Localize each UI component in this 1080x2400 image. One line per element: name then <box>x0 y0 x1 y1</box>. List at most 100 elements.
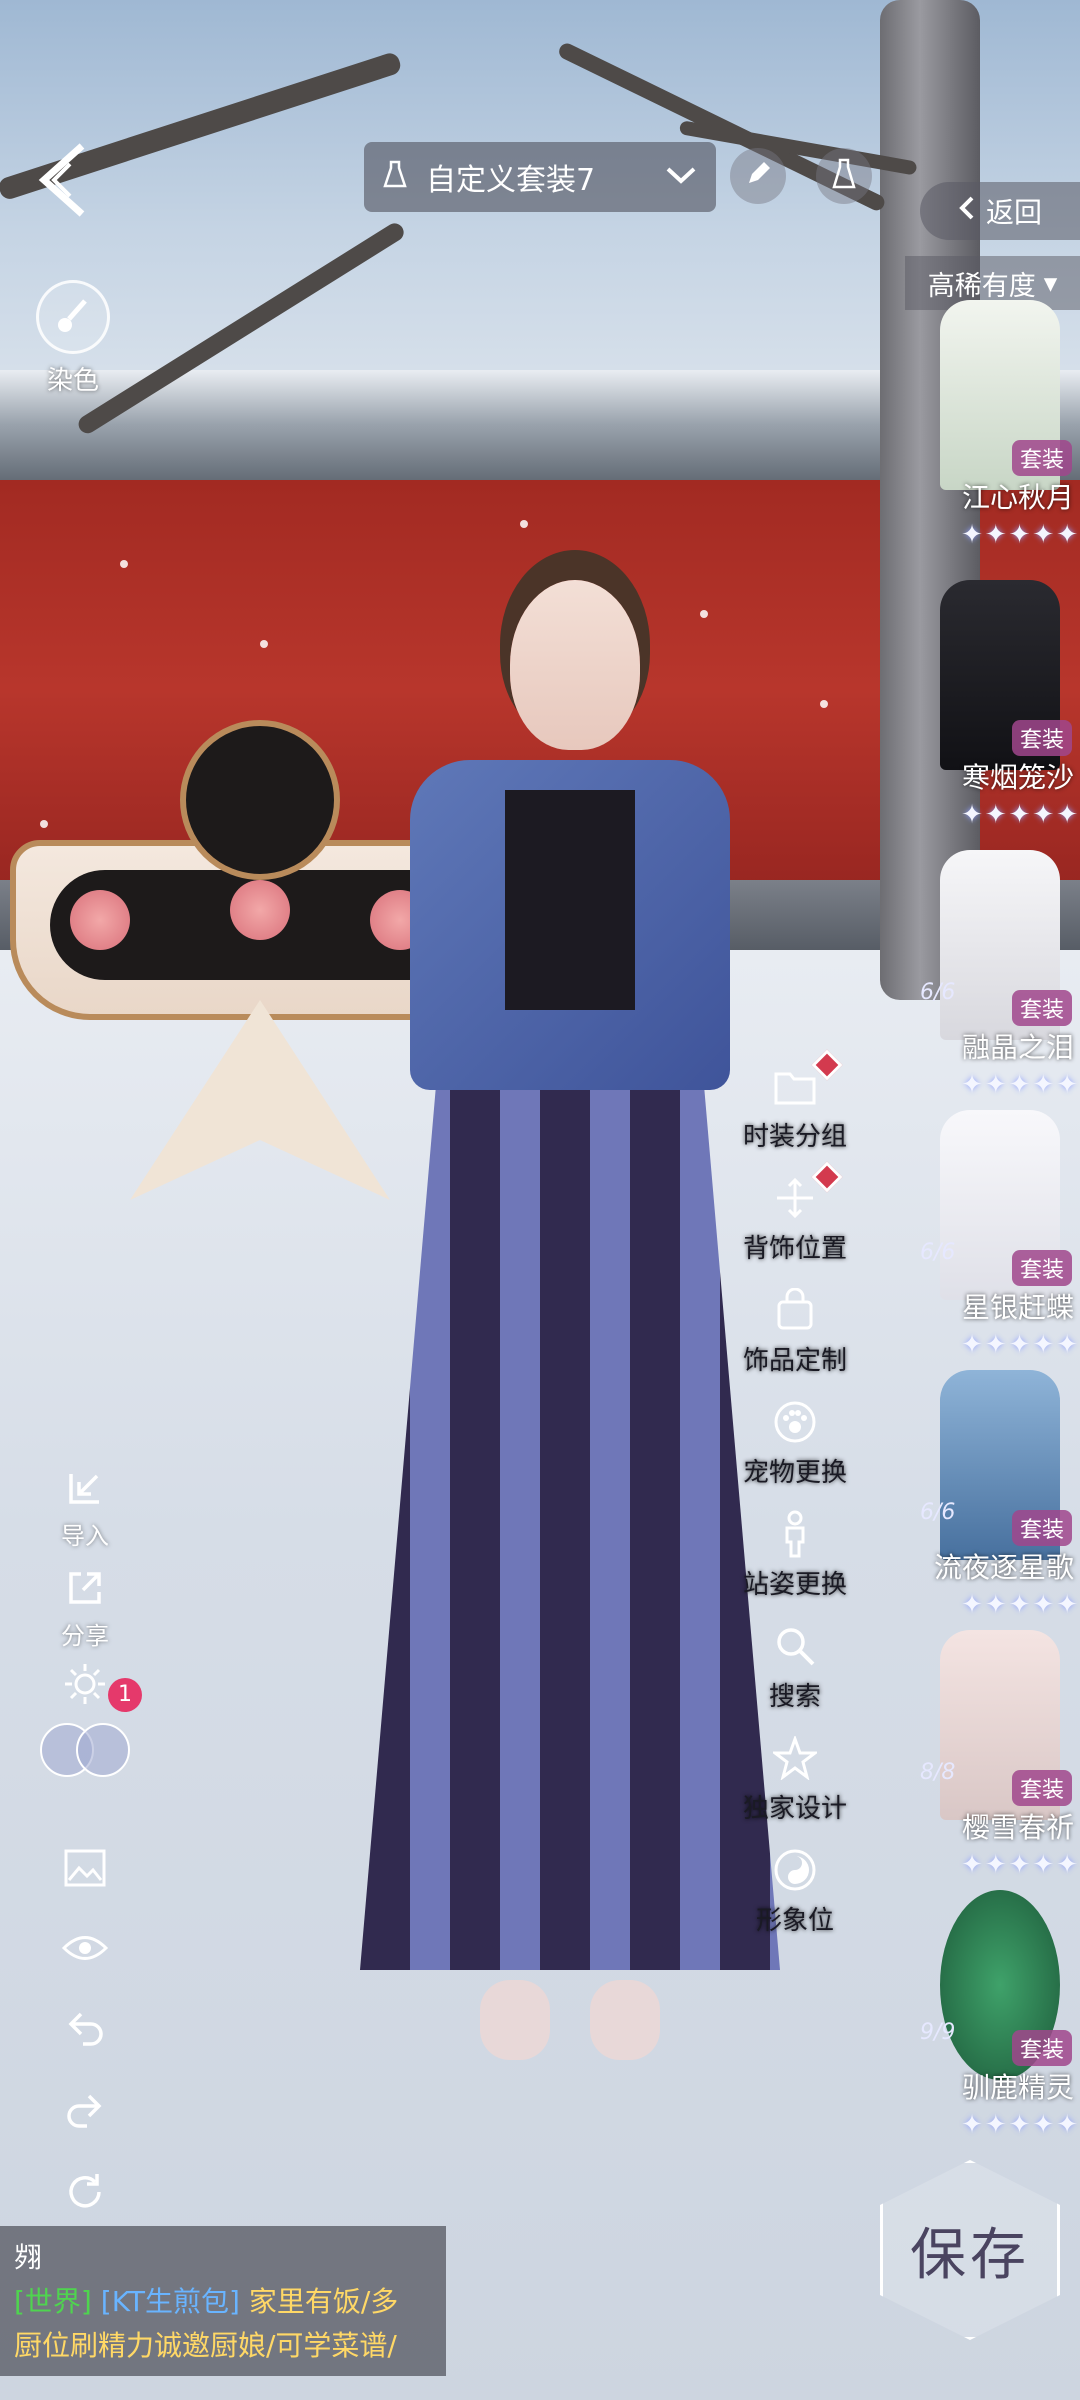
notification-badge: 1 <box>108 1678 142 1712</box>
save-label: 保存 <box>910 2222 1030 2288</box>
outfit-name: 流夜逐星歌 <box>933 1551 1074 1584</box>
menu-pet-change[interactable]: 宠物更换 <box>720 1396 870 1506</box>
menu-label: 饰品定制 <box>742 1346 847 1376</box>
outfit-name: 星银赶蝶 <box>961 1291 1074 1324</box>
reset-icon <box>57 2164 113 2220</box>
chevron-down-icon[interactable] <box>664 163 698 191</box>
outfit-name: 樱雪春祈 <box>961 1811 1074 1844</box>
dye-button[interactable]: 染色 <box>28 280 118 397</box>
outfit-card[interactable]: 6/6 套装 融晶之泪 ✦✦✦✦✦ <box>920 850 1080 1110</box>
rating-stars: ✦✦✦✦✦ <box>961 1070 1080 1100</box>
chat-channel[interactable]: [世界] <box>14 2285 92 2318</box>
undo-icon <box>57 2000 113 2056</box>
outfit-tag: 套装 <box>1011 1770 1072 1806</box>
paintbrush-icon <box>36 280 110 354</box>
redo-icon <box>57 2082 113 2138</box>
save-button[interactable]: 保存 <box>880 2160 1060 2340</box>
menu-label: 背饰位置 <box>742 1234 847 1264</box>
outfit-detail-button[interactable] <box>816 148 872 204</box>
bag-icon <box>769 1284 821 1336</box>
rating-stars: ✦✦✦✦✦ <box>961 520 1080 550</box>
outfit-selector[interactable]: 自定义套装7 <box>364 142 716 212</box>
chevron-left-icon <box>958 195 976 228</box>
person-icon <box>769 1508 821 1560</box>
undo-button[interactable] <box>30 2000 140 2056</box>
filter-orb-button[interactable] <box>30 1710 140 1780</box>
rarity-label: 高稀有度 <box>927 270 1036 302</box>
bubble-orb-icon <box>37 1710 133 1780</box>
dye-label: 染色 <box>46 366 99 396</box>
chat-panel[interactable]: 翙 [世界] [KT生煎包] 家里有饭/多 厨位刷精力诚邀厨娘/可学菜谱/ <box>0 2226 446 2376</box>
menu-label: 时装分组 <box>742 1122 847 1152</box>
return-button[interactable]: 返回 <box>920 182 1080 240</box>
dress-icon <box>382 160 408 194</box>
rating-stars: ✦✦✦✦✦ <box>961 1590 1080 1620</box>
outfit-card[interactable]: 6/6 套装 星银赶蝶 ✦✦✦✦✦ <box>920 1110 1080 1370</box>
menu-image-slot[interactable]: 形象位 <box>720 1844 870 1954</box>
reset-button[interactable] <box>30 2164 140 2220</box>
menu-label: 形象位 <box>755 1906 834 1936</box>
star-icon <box>769 1732 821 1784</box>
share-label: 分享 <box>61 1622 109 1650</box>
menu-pose-change[interactable]: 站姿更换 <box>720 1508 870 1618</box>
chat-icon[interactable]: 翙 <box>14 2241 42 2274</box>
outfit-card[interactable]: 套装 寒烟笼沙 ✦✦✦✦✦ <box>920 580 1080 840</box>
folder-icon <box>769 1060 821 1112</box>
rating-stars: ✦✦✦✦✦ <box>961 2110 1080 2140</box>
menu-search[interactable]: 搜索 <box>720 1620 870 1730</box>
share-button[interactable]: 分享 <box>30 1560 140 1651</box>
menu-label: 搜索 <box>768 1682 821 1712</box>
chat-line: [世界] [KT生煎包] 家里有饭/多 <box>14 2280 432 2324</box>
paw-icon <box>769 1396 821 1448</box>
menu-back-accessory-position[interactable]: 背饰位置 <box>720 1161 870 1282</box>
outfit-card[interactable]: 套装 江心秋月 ✦✦✦✦✦ <box>920 300 1080 560</box>
menu-label: 独家设计 <box>742 1794 847 1824</box>
share-icon <box>57 1560 113 1616</box>
outfit-count: 9/9 <box>920 2020 956 2045</box>
chat-message: 家里有饭/多 <box>248 2285 399 2318</box>
edit-name-button[interactable] <box>730 148 786 204</box>
outfit-tag: 套装 <box>1011 2030 1072 2066</box>
outfit-tag: 套装 <box>1011 440 1072 476</box>
outfit-tag: 套装 <box>1011 720 1072 756</box>
chat-sender[interactable]: [KT生煎包] <box>101 2285 240 2318</box>
return-label: 返回 <box>985 196 1042 229</box>
chat-header: 翙 <box>14 2236 432 2280</box>
import-label: 导入 <box>61 1522 109 1550</box>
image-icon <box>57 1840 113 1896</box>
move-arrows-icon <box>769 1172 821 1224</box>
chat-message-continued: 厨位刷精力诚邀厨娘/可学菜谱/ <box>14 2329 397 2362</box>
import-button[interactable]: 导入 <box>30 1460 140 1551</box>
outfit-card[interactable]: 9/9 套装 驯鹿精灵 ✦✦✦✦✦ <box>920 1890 1080 2150</box>
rating-stars: ✦✦✦✦✦ <box>961 1330 1080 1360</box>
menu-label: 站姿更换 <box>742 1570 847 1600</box>
redo-button[interactable] <box>30 2082 140 2138</box>
outfit-name: 寒烟笼沙 <box>961 761 1074 794</box>
menu-outfit-group[interactable]: 时装分组 <box>720 1049 870 1170</box>
sun-icon <box>57 1656 113 1712</box>
outfit-name: 驯鹿精灵 <box>961 2071 1074 2104</box>
outfit-name: 融晶之泪 <box>961 1031 1074 1064</box>
gallery-button[interactable] <box>30 1840 140 1896</box>
outfit-tag: 套装 <box>1011 1250 1072 1286</box>
import-icon <box>57 1460 113 1516</box>
menu-exclusive-design[interactable]: 独家设计 <box>720 1732 870 1842</box>
pencil-icon <box>744 160 772 192</box>
ui-overlay: 自定义套装7 返回 高稀有度 ▾ 染色 套装 江心秋月 ✦✦✦✦✦ 套装 寒烟笼… <box>0 0 1080 2400</box>
outfit-count: 6/6 <box>920 1500 956 1525</box>
outfit-name: 江心秋月 <box>961 481 1074 514</box>
hide-ui-button[interactable] <box>30 1920 140 1976</box>
outfit-card[interactable]: 8/8 套装 樱雪春祈 ✦✦✦✦✦ <box>920 1630 1080 1890</box>
outfit-card[interactable]: 6/6 套装 流夜逐星歌 ✦✦✦✦✦ <box>920 1370 1080 1630</box>
outfit-tag: 套装 <box>1011 990 1072 1026</box>
rating-stars: ✦✦✦✦✦ <box>961 800 1080 830</box>
back-arrow-icon[interactable] <box>30 140 110 220</box>
outfit-count: 6/6 <box>920 1240 956 1265</box>
outfit-count: 8/8 <box>920 1760 956 1785</box>
eye-icon <box>57 1920 113 1976</box>
menu-accessory-custom[interactable]: 饰品定制 <box>720 1284 870 1394</box>
outfit-tag: 套装 <box>1011 1510 1072 1546</box>
rating-stars: ✦✦✦✦✦ <box>961 1850 1080 1880</box>
search-icon <box>769 1620 821 1672</box>
outfit-title: 自定义套装7 <box>426 163 596 198</box>
